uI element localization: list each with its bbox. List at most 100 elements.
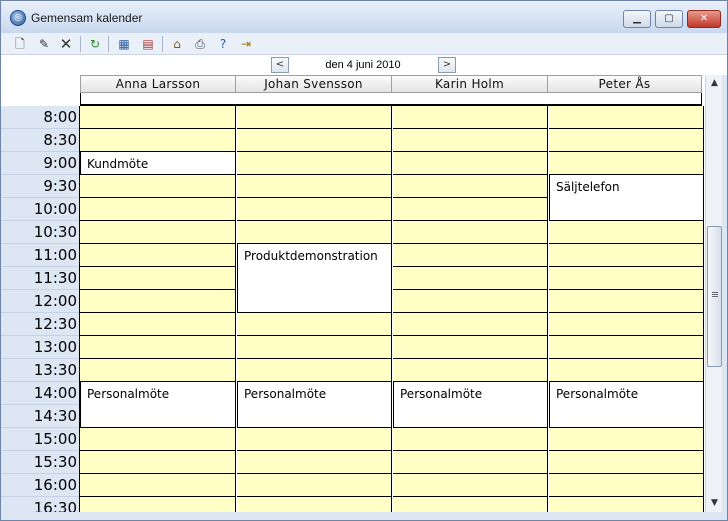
time-slot[interactable] bbox=[549, 244, 704, 267]
close-button[interactable]: ✕ bbox=[687, 10, 721, 28]
calendar-event[interactable]: Personalmöte bbox=[80, 381, 236, 428]
time-slot[interactable] bbox=[393, 221, 548, 244]
delete-button[interactable]: ✕ bbox=[57, 35, 75, 53]
calendar-event[interactable]: Produktdemonstration bbox=[237, 243, 392, 313]
time-slot[interactable] bbox=[393, 290, 548, 313]
calendar-event[interactable]: Kundmöte bbox=[80, 151, 236, 175]
time-slot[interactable] bbox=[549, 474, 704, 497]
time-label: 9:00 bbox=[1, 152, 80, 175]
time-slot[interactable] bbox=[237, 129, 392, 152]
app-logo-icon: ◎ bbox=[10, 10, 26, 26]
time-slot[interactable] bbox=[549, 152, 704, 175]
time-slot[interactable] bbox=[80, 497, 236, 512]
time-slot[interactable] bbox=[393, 198, 548, 221]
time-slot[interactable] bbox=[237, 451, 392, 474]
time-slot[interactable] bbox=[549, 497, 704, 512]
time-label: 16:00 bbox=[1, 474, 80, 497]
title-bar[interactable]: ◎ Gemensam kalender ▁ ▢ ✕ bbox=[1, 1, 727, 33]
calendar-alt-button[interactable]: ▤ bbox=[139, 35, 157, 53]
exit-button[interactable]: ⇥ bbox=[237, 35, 255, 53]
time-slot[interactable] bbox=[237, 428, 392, 451]
minimize-button[interactable]: ▁ bbox=[623, 10, 651, 28]
column-header-4[interactable]: Peter Ås bbox=[548, 75, 702, 93]
refresh-icon: ↻ bbox=[89, 37, 101, 51]
time-slot[interactable] bbox=[80, 313, 236, 336]
time-slot[interactable] bbox=[549, 290, 704, 313]
time-slot[interactable] bbox=[80, 106, 236, 129]
time-slot[interactable] bbox=[393, 497, 548, 512]
time-label: 9:30 bbox=[1, 175, 80, 198]
prev-day-button[interactable]: < bbox=[271, 57, 289, 73]
calendar-view-button[interactable]: ▦ bbox=[115, 35, 133, 53]
next-day-button[interactable]: > bbox=[438, 57, 456, 73]
help-button[interactable]: ? bbox=[214, 35, 232, 53]
time-slot[interactable] bbox=[393, 267, 548, 290]
time-label: 16:30 bbox=[1, 497, 80, 512]
time-slot[interactable] bbox=[80, 451, 236, 474]
time-slot[interactable] bbox=[80, 198, 236, 221]
column-header-2[interactable]: Johan Svensson bbox=[236, 75, 392, 93]
time-slot[interactable] bbox=[393, 359, 548, 382]
scroll-down-arrow-icon[interactable]: ▼ bbox=[706, 495, 723, 512]
time-slot[interactable] bbox=[549, 451, 704, 474]
time-slot[interactable] bbox=[80, 428, 236, 451]
time-slot[interactable] bbox=[237, 336, 392, 359]
time-slot[interactable] bbox=[549, 359, 704, 382]
time-slot[interactable] bbox=[80, 175, 236, 198]
time-slot[interactable] bbox=[393, 106, 548, 129]
time-slot[interactable] bbox=[80, 267, 236, 290]
time-slot[interactable] bbox=[80, 221, 236, 244]
time-label: 10:30 bbox=[1, 221, 80, 244]
column-header-1[interactable]: Anna Larsson bbox=[80, 75, 236, 93]
time-slot[interactable] bbox=[237, 106, 392, 129]
edit-button[interactable]: ✎ bbox=[35, 35, 53, 53]
print-button[interactable]: ⎙ bbox=[191, 35, 209, 53]
time-slot[interactable] bbox=[237, 359, 392, 382]
properties-button[interactable]: ⌂ bbox=[168, 35, 186, 53]
time-slot[interactable] bbox=[80, 244, 236, 267]
time-slot[interactable] bbox=[549, 129, 704, 152]
time-slot[interactable] bbox=[549, 428, 704, 451]
toolbar-separator bbox=[162, 36, 163, 52]
calendar-event[interactable]: Säljtelefon bbox=[549, 174, 704, 221]
time-slot[interactable] bbox=[237, 198, 392, 221]
time-slot[interactable] bbox=[237, 497, 392, 512]
calendar-event[interactable]: Personalmöte bbox=[393, 381, 548, 428]
time-slot[interactable] bbox=[80, 359, 236, 382]
exit-icon: ⇥ bbox=[240, 37, 252, 51]
time-slot[interactable] bbox=[393, 313, 548, 336]
time-slot[interactable] bbox=[549, 267, 704, 290]
time-slot[interactable] bbox=[80, 474, 236, 497]
vertical-scrollbar[interactable]: ▲ ▼ bbox=[705, 75, 722, 512]
refresh-button[interactable]: ↻ bbox=[86, 35, 104, 53]
time-slot[interactable] bbox=[549, 221, 704, 244]
time-slot[interactable] bbox=[393, 336, 548, 359]
maximize-button[interactable]: ▢ bbox=[655, 10, 683, 28]
time-slot[interactable] bbox=[549, 106, 704, 129]
time-slot[interactable] bbox=[393, 244, 548, 267]
time-slot[interactable] bbox=[393, 129, 548, 152]
time-slot[interactable] bbox=[237, 221, 392, 244]
time-slot[interactable] bbox=[549, 336, 704, 359]
column-header-3[interactable]: Karin Holm bbox=[392, 75, 548, 93]
scroll-up-arrow-icon[interactable]: ▲ bbox=[706, 75, 723, 92]
time-slot[interactable] bbox=[237, 175, 392, 198]
time-slot[interactable] bbox=[549, 313, 704, 336]
calendar-event[interactable]: Personalmöte bbox=[237, 381, 392, 428]
new-button[interactable]: 🗋 bbox=[11, 35, 29, 53]
time-slot[interactable] bbox=[237, 313, 392, 336]
calendar-alt-icon: ▤ bbox=[142, 37, 154, 51]
time-slot[interactable] bbox=[237, 152, 392, 175]
scroll-thumb[interactable] bbox=[707, 226, 722, 367]
printer-icon: ⎙ bbox=[195, 37, 205, 51]
time-slot[interactable] bbox=[80, 129, 236, 152]
time-slot[interactable] bbox=[393, 428, 548, 451]
time-slot[interactable] bbox=[393, 175, 548, 198]
time-slot[interactable] bbox=[393, 152, 548, 175]
time-slot[interactable] bbox=[237, 474, 392, 497]
time-slot[interactable] bbox=[80, 290, 236, 313]
time-slot[interactable] bbox=[393, 451, 548, 474]
calendar-event[interactable]: Personalmöte bbox=[549, 381, 704, 428]
time-slot[interactable] bbox=[80, 336, 236, 359]
time-slot[interactable] bbox=[393, 474, 548, 497]
